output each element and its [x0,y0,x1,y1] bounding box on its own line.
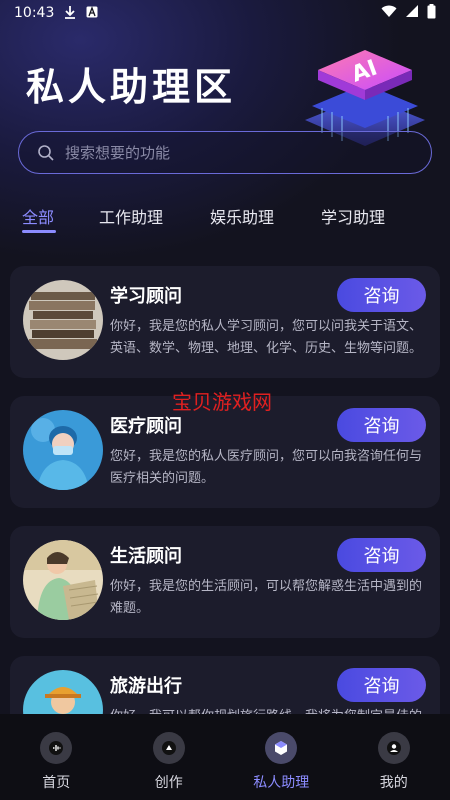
watermark-text: 宝贝游戏网 [172,390,272,414]
status-time: 10:43 [14,5,55,21]
create-icon [152,732,185,764]
active-tab-indicator [22,230,56,233]
consult-button[interactable]: 咨询 [337,278,426,312]
assistant-icon [265,732,298,764]
tab-all[interactable]: 全部 [22,204,54,228]
books-avatar [23,280,103,360]
bottom-navigation: 首页 创作 私人助理 我的 [0,714,450,800]
search-input[interactable]: 搜索想要的功能 [18,131,432,174]
card-title: 医疗顾问 [110,416,182,437]
tab-work-assistant[interactable]: 工作助理 [99,204,163,228]
nav-label: 创作 [154,775,183,791]
search-icon [37,144,55,162]
a-notification-icon [86,5,98,21]
consult-button[interactable]: 咨询 [337,668,426,702]
card-title: 旅游出行 [110,676,182,697]
status-bar: 10:43 [0,0,450,26]
nav-item-home[interactable]: 首页 [0,714,113,800]
nav-item-create[interactable]: 创作 [113,714,226,800]
nurse-avatar [23,410,103,490]
lifestyle-avatar [23,540,103,620]
profile-icon [377,732,410,764]
signal-icon [405,4,419,22]
tab-entertainment-assistant[interactable]: 娱乐助理 [210,204,274,228]
card-description: 你好，我是您的私人学习顾问，您可以问我关于语文、英语、数学、物理、地理、化学、历… [110,319,422,356]
download-icon [64,5,76,22]
tab-study-assistant[interactable]: 学习助理 [321,204,385,228]
card-title: 生活顾问 [110,546,182,567]
nav-item-profile[interactable]: 我的 [338,714,450,800]
wifi-icon [381,5,397,22]
assistant-card-life[interactable]: 生活顾问 咨询 你好，我是您的生活顾问，可以帮您解惑生活中遇到的难题。 [10,526,440,638]
category-tabs: 全部 工作助理 娱乐助理 学习助理 [0,196,450,236]
home-icon [40,732,73,764]
search-placeholder: 搜索想要的功能 [65,144,171,162]
card-description: 您好，我是您的私人医疗顾问，您可以向我咨询任何与医疗相关的问题。 [110,449,422,486]
consult-button[interactable]: 咨询 [337,408,426,442]
card-description: 你好，我是您的生活顾问，可以帮您解惑生活中遇到的难题。 [110,579,422,616]
nav-label: 首页 [42,775,71,791]
battery-icon [427,3,436,23]
page-title: 私人助理区 [26,65,237,109]
nav-item-assistant[interactable]: 私人助理 [225,714,338,800]
consult-button[interactable]: 咨询 [337,538,426,572]
assistant-card-study[interactable]: 学习顾问 咨询 你好，我是您的私人学习顾问，您可以问我关于语文、英语、数学、物理… [10,266,440,378]
nav-label: 我的 [379,775,408,791]
card-title: 学习顾问 [110,286,182,307]
nav-label: 私人助理 [253,775,310,791]
